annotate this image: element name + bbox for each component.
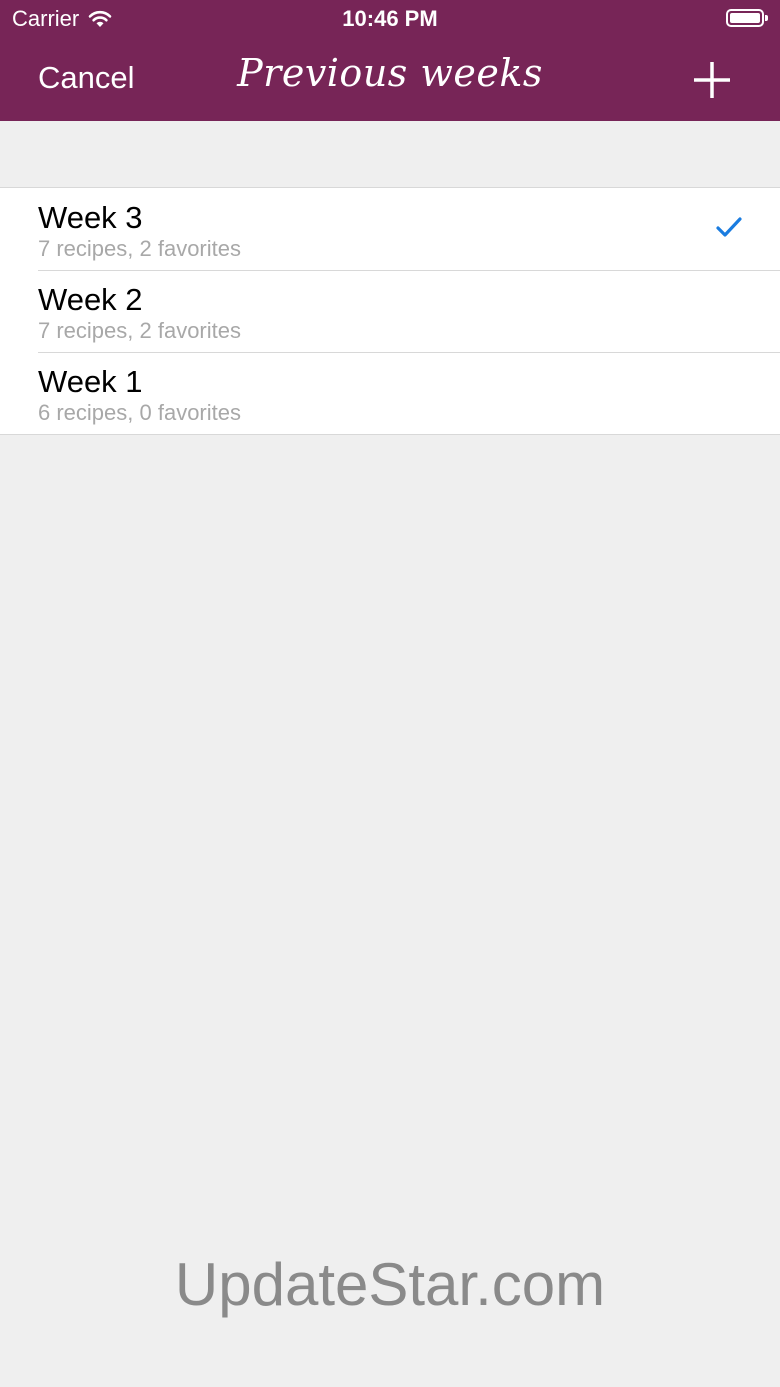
week-summary: 6 recipes, 0 favorites	[38, 400, 241, 425]
plus-icon	[694, 62, 730, 98]
week-summary: 7 recipes, 2 favorites	[38, 318, 241, 343]
week-row[interactable]: Week 2 7 recipes, 2 favorites	[0, 270, 780, 352]
weeks-list: Week 3 7 recipes, 2 favorites Week 2 7 r…	[0, 187, 780, 435]
watermark: UpdateStar.com	[174, 1251, 606, 1318]
week-row[interactable]: Week 3 7 recipes, 2 favorites	[0, 188, 780, 270]
week-title: Week 2	[38, 282, 143, 317]
page-title: Previous weeks	[237, 51, 543, 95]
week-title: Week 1	[38, 364, 143, 399]
week-row[interactable]: Week 1 6 recipes, 0 favorites	[0, 352, 780, 434]
checkmark-icon	[716, 216, 742, 238]
battery-icon	[726, 9, 768, 27]
app-header: Carrier 10:46 PM Cancel Previous weeks	[0, 0, 780, 121]
week-summary: 7 recipes, 2 favorites	[38, 236, 241, 261]
status-time: 10:46 PM	[342, 6, 438, 31]
week-title: Week 3	[38, 200, 143, 235]
add-week-button[interactable]	[690, 58, 734, 102]
navigation-bar: Cancel Previous weeks	[0, 40, 780, 121]
status-bar: Carrier 10:46 PM	[0, 0, 780, 40]
